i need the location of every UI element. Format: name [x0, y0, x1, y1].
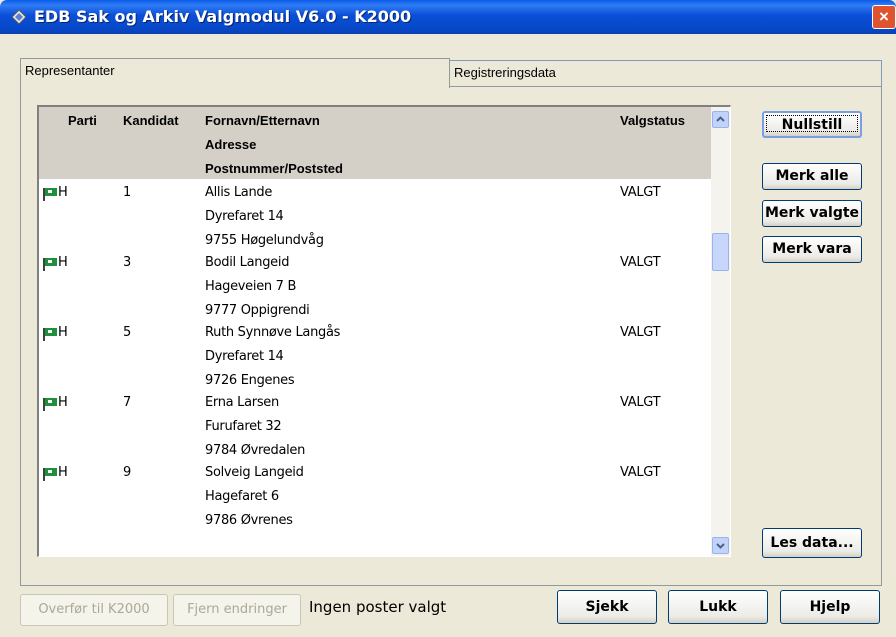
fjern-endringer-button[interactable]: Fjern endringer	[173, 594, 301, 626]
row-kandidat: 9	[123, 465, 131, 480]
close-button[interactable]: ×	[872, 5, 896, 29]
row-parti: H	[58, 185, 68, 200]
row-name: Erna Larsen	[205, 395, 279, 410]
merk-vara-button[interactable]: Merk vara	[762, 236, 862, 263]
row-address: Dyrefaret 14	[205, 349, 284, 364]
tab-registreringsdata[interactable]: Registreringsdata	[449, 60, 882, 86]
sjekk-button[interactable]: Sjekk	[557, 590, 657, 624]
scroll-down-button[interactable]	[712, 537, 729, 554]
row-kandidat: 5	[123, 325, 131, 340]
hjelp-button[interactable]: Hjelp	[780, 590, 880, 624]
row-status: VALGT	[620, 185, 661, 200]
scroll-thumb[interactable]	[712, 233, 729, 271]
status-text: Ingen poster valgt	[309, 598, 447, 616]
nullstill-button[interactable]: Nullstill	[762, 111, 862, 138]
row-address: Furufaret 32	[205, 419, 282, 434]
flag-icon	[43, 188, 57, 201]
row-status: VALGT	[620, 255, 661, 270]
vertical-scrollbar[interactable]	[711, 107, 730, 556]
row-parti: H	[58, 325, 68, 340]
row-name: Solveig Langeid	[205, 465, 304, 480]
row-name: Ruth Synnøve Langås	[205, 325, 341, 340]
flag-icon	[43, 398, 57, 411]
row-kandidat: 1	[123, 185, 131, 200]
row-parti: H	[58, 255, 68, 270]
chevron-up-icon	[716, 116, 725, 122]
lukk-button[interactable]: Lukk	[668, 590, 768, 624]
list-header: Parti Kandidat Fornavn/Etternavn Adresse…	[39, 107, 711, 179]
row-postal: 9784 Øvredalen	[205, 443, 306, 458]
column-header-kandidat[interactable]: Kandidat	[123, 113, 179, 128]
scroll-up-button[interactable]	[712, 111, 729, 128]
flag-icon	[43, 328, 57, 341]
window-title: EDB Sak og Arkiv Valgmodul V6.0 - K2000	[34, 7, 412, 26]
row-postal: 9755 Høgelundvåg	[205, 233, 324, 248]
column-header-status[interactable]: Valgstatus	[620, 113, 685, 128]
row-parti: H	[58, 465, 68, 480]
merk-valgte-button[interactable]: Merk valgte	[762, 200, 862, 227]
row-postal: 9786 Øvrenes	[205, 513, 293, 528]
app-diamond-icon	[12, 10, 26, 24]
column-header-parti[interactable]: Parti	[68, 113, 97, 128]
row-postal: 9777 Oppigrendi	[205, 303, 310, 318]
row-kandidat: 3	[123, 255, 131, 270]
row-address: Hageveien 7 B	[205, 279, 297, 294]
row-address: Dyrefaret 14	[205, 209, 284, 224]
row-status: VALGT	[620, 395, 661, 410]
tab-representanter[interactable]: Representanter	[20, 58, 450, 88]
candidate-list[interactable]: Parti Kandidat Fornavn/Etternavn Adresse…	[37, 105, 731, 557]
column-header-address: Adresse	[205, 137, 257, 152]
row-name: Allis Lande	[205, 185, 273, 200]
row-name: Bodil Langeid	[205, 255, 290, 270]
row-status: VALGT	[620, 465, 661, 480]
main-window: EDB Sak og Arkiv Valgmodul V6.0 - K2000 …	[0, 0, 896, 637]
column-header-name[interactable]: Fornavn/Etternavn	[205, 113, 320, 128]
row-postal: 9726 Engenes	[205, 373, 295, 388]
chevron-down-icon	[716, 543, 725, 549]
column-header-postal: Postnummer/Poststed	[205, 161, 343, 176]
row-status: VALGT	[620, 325, 661, 340]
merk-alle-button[interactable]: Merk alle	[762, 163, 862, 190]
les-data-button[interactable]: Les data...	[762, 528, 862, 558]
row-parti: H	[58, 395, 68, 410]
flag-icon	[43, 468, 57, 481]
flag-icon	[43, 258, 57, 271]
nullstill-label: Nullstill	[766, 115, 858, 133]
row-address: Hagefaret 6	[205, 489, 279, 504]
overfor-button[interactable]: Overfør til K2000	[20, 594, 168, 626]
title-bar[interactable]: EDB Sak og Arkiv Valgmodul V6.0 - K2000 …	[0, 0, 896, 34]
row-kandidat: 7	[123, 395, 131, 410]
